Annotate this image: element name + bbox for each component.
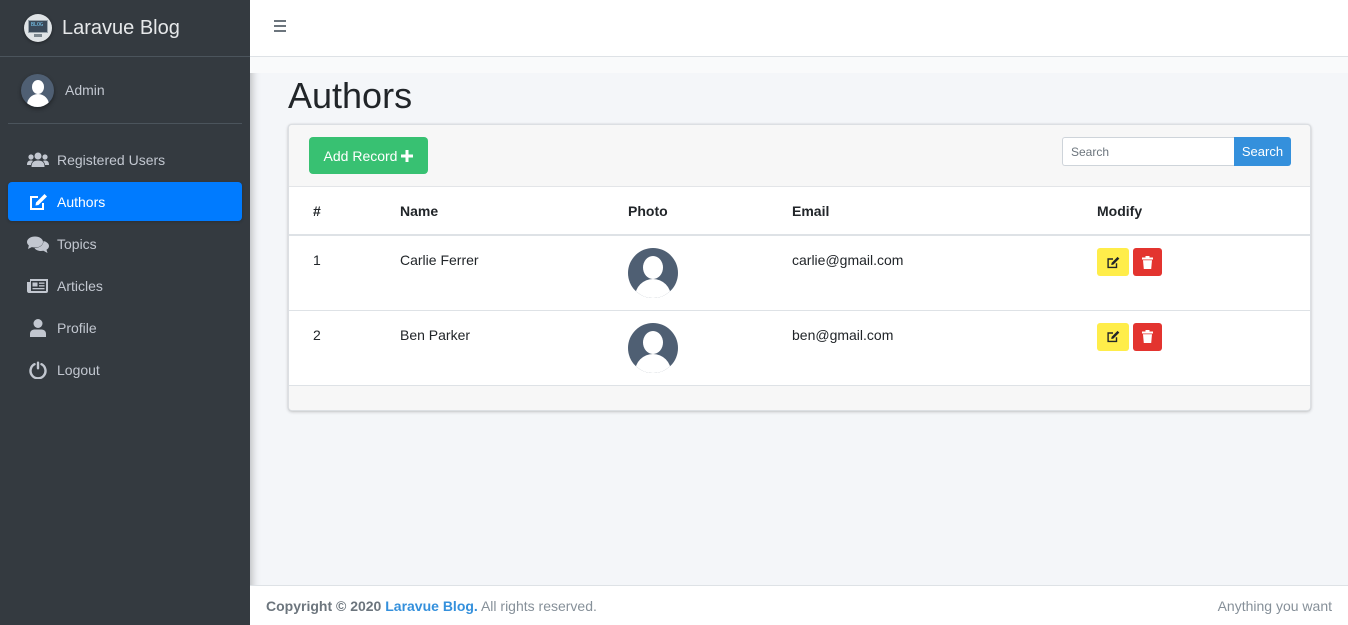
menu-toggle-icon[interactable] bbox=[274, 20, 286, 34]
power-icon bbox=[27, 361, 49, 379]
page-footer: Copyright © 2020 Laravue Blog. All right… bbox=[250, 585, 1348, 625]
sidebar-nav: Registered Users Authors Topics Articles… bbox=[0, 124, 250, 389]
add-record-label: Add Record bbox=[323, 147, 398, 164]
sidebar-item-profile[interactable]: Profile bbox=[8, 308, 242, 347]
sidebar-item-logout[interactable]: Logout bbox=[8, 350, 242, 389]
row-id: 1 bbox=[289, 235, 400, 311]
copyright: Copyright © 2020 Laravue Blog. All right… bbox=[266, 598, 597, 614]
add-record-button[interactable]: Add Record bbox=[309, 137, 428, 174]
footer-brand-link[interactable]: Laravue Blog. bbox=[385, 598, 478, 614]
column-header-modify: Modify bbox=[1097, 187, 1310, 236]
main-content: Authors Add Record Search # Name Photo E… bbox=[250, 57, 1348, 585]
brand-name: Laravue Blog bbox=[62, 16, 180, 39]
sidebar-item-articles[interactable]: Articles bbox=[8, 266, 242, 305]
footer-right-text: Anything you want bbox=[1217, 597, 1332, 614]
column-header-name: Name bbox=[400, 187, 628, 236]
card-footer bbox=[289, 385, 1310, 410]
author-name: Ben Parker bbox=[400, 310, 628, 386]
brand-link[interactable]: BLOG Laravue Blog bbox=[0, 0, 250, 57]
trash-icon bbox=[1142, 330, 1153, 343]
edit-button[interactable] bbox=[1097, 322, 1129, 351]
plus-icon bbox=[401, 149, 414, 162]
blog-logo-icon: BLOG bbox=[24, 14, 52, 42]
edit-button[interactable] bbox=[1097, 248, 1129, 276]
sidebar-item-label: Topics bbox=[57, 235, 97, 252]
column-header-email: Email bbox=[792, 187, 1097, 236]
edit-icon bbox=[1107, 256, 1120, 268]
column-header-number: # bbox=[289, 187, 400, 236]
author-name: Carlie Ferrer bbox=[400, 235, 628, 311]
sidebar-item-authors[interactable]: Authors bbox=[8, 182, 242, 221]
sidebar-item-label: Profile bbox=[57, 319, 97, 336]
search-input[interactable] bbox=[1062, 137, 1234, 166]
table-header-row: # Name Photo Email Modify bbox=[289, 187, 1310, 236]
user-panel[interactable]: Admin bbox=[8, 57, 242, 124]
rights-text: All rights reserved. bbox=[480, 597, 597, 614]
user-icon bbox=[27, 318, 49, 337]
sidebar-item-label: Registered Users bbox=[57, 151, 166, 168]
page-title: Authors bbox=[288, 75, 413, 116]
edit-icon bbox=[27, 193, 49, 211]
users-icon bbox=[27, 152, 49, 168]
column-header-photo: Photo bbox=[628, 187, 792, 236]
table-row: 2 Ben Parker ben@gmail.com bbox=[289, 310, 1310, 386]
comments-icon bbox=[27, 235, 49, 253]
avatar bbox=[21, 73, 54, 107]
sidebar-item-topics[interactable]: Topics bbox=[8, 224, 242, 263]
trash-icon bbox=[1142, 255, 1153, 269]
newspaper-icon bbox=[27, 278, 49, 294]
user-name[interactable]: Admin bbox=[65, 82, 105, 98]
authors-table: # Name Photo Email Modify 1 Carlie Ferre… bbox=[289, 187, 1310, 386]
author-email: ben@gmail.com bbox=[792, 310, 1097, 386]
search-group: Search bbox=[1062, 137, 1291, 166]
author-photo bbox=[628, 248, 678, 298]
author-photo bbox=[628, 322, 678, 373]
copyright-prefix: Copyright © 2020 bbox=[266, 597, 382, 614]
search-button[interactable]: Search bbox=[1234, 137, 1291, 166]
delete-button[interactable] bbox=[1133, 322, 1162, 351]
authors-card: Add Record Search # Name Photo Email Mod… bbox=[288, 124, 1311, 411]
sidebar-item-label: Authors bbox=[57, 193, 106, 210]
sidebar: BLOG Laravue Blog Admin Registered Users bbox=[0, 0, 250, 625]
table-row: 1 Carlie Ferrer carlie@gmail.com bbox=[289, 235, 1310, 311]
sidebar-item-registered-users[interactable]: Registered Users bbox=[8, 140, 242, 179]
top-navbar bbox=[250, 0, 1348, 57]
card-header: Add Record Search bbox=[289, 125, 1310, 187]
author-email: carlie@gmail.com bbox=[792, 235, 1097, 311]
row-id: 2 bbox=[289, 310, 400, 386]
edit-icon bbox=[1107, 330, 1120, 343]
sidebar-item-label: Logout bbox=[57, 361, 100, 378]
delete-button[interactable] bbox=[1133, 248, 1162, 276]
sidebar-item-label: Articles bbox=[57, 277, 103, 294]
